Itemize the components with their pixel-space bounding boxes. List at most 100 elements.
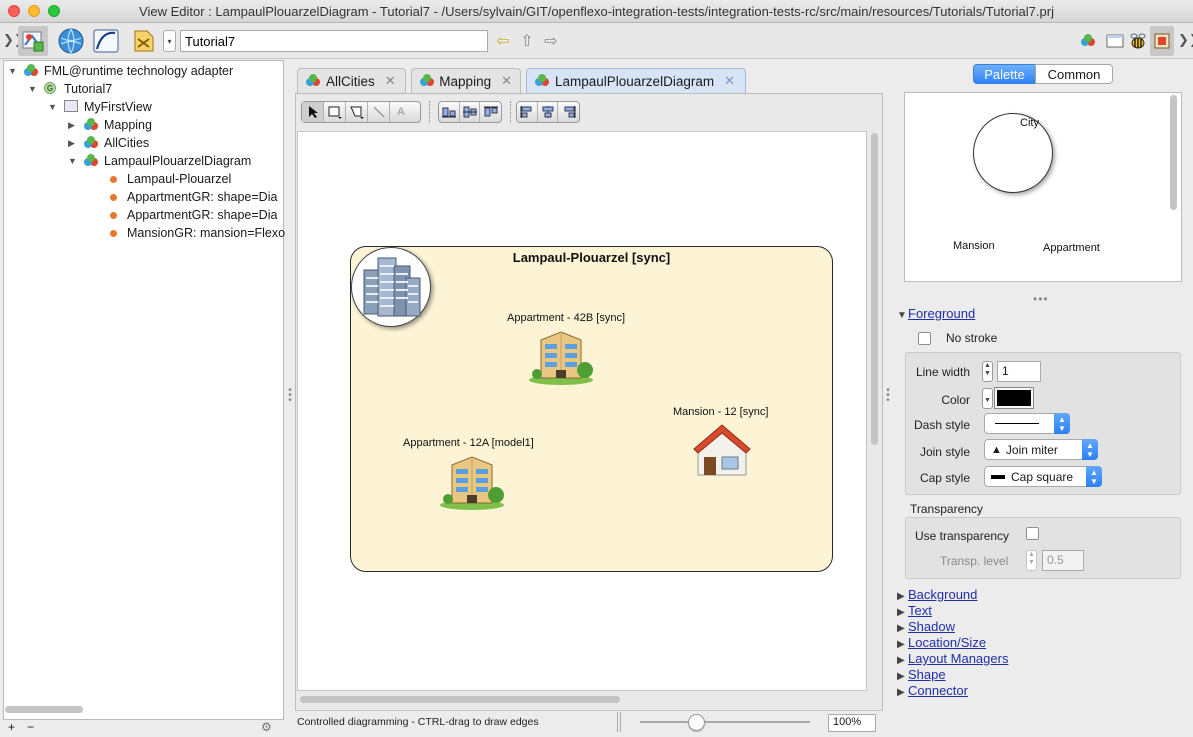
globe-icon[interactable] bbox=[56, 26, 86, 56]
canvas-horizontal-scrollbar[interactable] bbox=[300, 696, 620, 703]
project-name-field[interactable] bbox=[180, 30, 488, 52]
close-tab-icon[interactable]: ✕ bbox=[385, 73, 396, 89]
tab-allcities[interactable]: AllCities ✕ bbox=[297, 68, 406, 93]
align-left-button[interactable] bbox=[517, 102, 538, 122]
location-size-section-header[interactable]: ▶ Location/Size bbox=[897, 635, 986, 650]
tree-item-instance[interactable]: Lampaul-Plouarzel bbox=[108, 170, 231, 188]
cap-style-select[interactable]: Cap square ▲ ▼ bbox=[984, 466, 1102, 487]
connector-tool-button[interactable] bbox=[368, 102, 390, 122]
layout-managers-section-header[interactable]: ▶ Layout Managers bbox=[897, 651, 1008, 666]
tree-horizontal-scrollbar[interactable] bbox=[5, 706, 83, 713]
tree-item-mapping[interactable]: ▶ Mapping bbox=[68, 116, 152, 134]
tree-item-view[interactable]: ▼ MyFirstView bbox=[48, 98, 152, 116]
join-style-select[interactable]: ▲ Join miter ▲ ▼ bbox=[984, 439, 1098, 460]
expand-triangle-icon[interactable]: ▶ bbox=[68, 138, 78, 149]
align-bottom-button[interactable] bbox=[439, 102, 460, 122]
expand-triangle-icon[interactable]: ▶ bbox=[897, 591, 905, 602]
tree-item-technology-adapter[interactable]: ▼ FML@runtime technology adapter bbox=[8, 62, 233, 80]
transparency-level-field[interactable]: 0.5 bbox=[1042, 550, 1084, 571]
color-menu-stepper[interactable]: ▼ bbox=[982, 388, 993, 409]
collapse-triangle-icon[interactable]: ▼ bbox=[28, 84, 38, 94]
expand-triangle-icon[interactable]: ▶ bbox=[897, 607, 905, 618]
zoom-field[interactable]: 100% bbox=[828, 714, 876, 732]
plugin-icon[interactable] bbox=[128, 26, 158, 56]
palette-tab[interactable]: Palette bbox=[973, 64, 1036, 84]
apartment-building-icon[interactable] bbox=[527, 326, 597, 389]
shadow-section-header[interactable]: ▶ Shadow bbox=[897, 619, 955, 634]
align-middle-button[interactable] bbox=[460, 102, 481, 122]
canvas-vertical-scrollbar[interactable] bbox=[871, 133, 878, 445]
color-swatch[interactable] bbox=[994, 387, 1034, 409]
apartment-building-icon[interactable] bbox=[438, 451, 508, 514]
shape-section-header[interactable]: ▶ Shape bbox=[897, 667, 946, 682]
right-splitter-grip[interactable]: • • • bbox=[886, 386, 890, 406]
no-stroke-checkbox[interactable] bbox=[918, 332, 931, 345]
toolbar-collapse-right-icon[interactable]: ❯❯ bbox=[1178, 32, 1193, 48]
shape-tool-button[interactable] bbox=[346, 102, 368, 122]
align-center-button[interactable] bbox=[538, 102, 559, 122]
remove-button[interactable]: − bbox=[27, 720, 34, 734]
window-icon[interactable] bbox=[1104, 26, 1126, 56]
toolbar-separator bbox=[429, 101, 430, 123]
city-buildings-icon[interactable] bbox=[351, 247, 431, 327]
tree-item-instance[interactable]: MansionGR: mansion=Flexo bbox=[108, 224, 285, 242]
dash-style-select[interactable]: ▲ ▼ bbox=[984, 413, 1070, 434]
background-section-header[interactable]: ▶ Background bbox=[897, 587, 977, 602]
line-width-field[interactable]: 1 bbox=[997, 361, 1041, 382]
forward-arrow-icon[interactable]: ⇨ bbox=[541, 30, 561, 52]
rectangle-tool-button[interactable] bbox=[324, 102, 346, 122]
palette-appartment-label[interactable]: Appartment bbox=[1043, 242, 1100, 254]
align-top-button[interactable] bbox=[480, 102, 501, 122]
tree-item-instance[interactable]: AppartmentGR: shape=Dia bbox=[108, 206, 277, 224]
inspector-icon[interactable] bbox=[1150, 26, 1174, 56]
zoom-slider-knob[interactable] bbox=[688, 714, 706, 731]
expand-triangle-icon[interactable]: ▶ bbox=[897, 623, 905, 634]
collapse-triangle-icon[interactable]: ▼ bbox=[8, 66, 18, 76]
expand-triangle-icon[interactable]: ▶ bbox=[897, 671, 905, 682]
text-section-header[interactable]: ▶ Text bbox=[897, 603, 932, 618]
left-splitter-grip[interactable]: • • • bbox=[288, 386, 292, 406]
project-dropdown-button[interactable]: ▾ bbox=[163, 30, 176, 52]
collapse-triangle-icon[interactable]: ▼ bbox=[48, 102, 58, 112]
close-tab-icon[interactable]: ✕ bbox=[724, 73, 735, 89]
bee-icon[interactable] bbox=[1127, 26, 1149, 56]
appartment-shape-label[interactable]: Appartment - 12A [model1] bbox=[403, 437, 534, 449]
zoom-slider[interactable] bbox=[640, 721, 810, 723]
mansion-shape-label[interactable]: Mansion - 12 [sync] bbox=[673, 406, 768, 418]
expand-triangle-icon[interactable]: ▶ bbox=[897, 639, 905, 650]
expand-triangle-icon[interactable]: ▶ bbox=[897, 687, 905, 698]
tree-item-instance[interactable]: AppartmentGR: shape=Dia bbox=[108, 188, 277, 206]
settings-gear-icon[interactable]: ⚙ bbox=[261, 720, 272, 734]
use-transparency-checkbox[interactable] bbox=[1026, 527, 1039, 540]
connector-section-header[interactable]: ▶ Connector bbox=[897, 683, 968, 698]
curve-tool-icon[interactable] bbox=[91, 26, 121, 56]
palette-scrollbar[interactable] bbox=[1170, 95, 1177, 210]
select-tool-button[interactable] bbox=[302, 102, 324, 122]
tree-item-project[interactable]: ▼ G Tutorial7 bbox=[28, 80, 112, 98]
collapse-triangle-icon[interactable]: ▼ bbox=[68, 156, 78, 166]
appartment-shape-label[interactable]: Appartment - 42B [sync] bbox=[507, 312, 625, 324]
panel-resize-grip[interactable]: ••• bbox=[1033, 292, 1049, 306]
collapse-triangle-icon[interactable]: ▼ bbox=[897, 310, 907, 321]
house-icon[interactable] bbox=[692, 421, 752, 484]
tab-mapping[interactable]: Mapping ✕ bbox=[411, 68, 521, 93]
up-arrow-icon[interactable]: ⇧ bbox=[517, 30, 537, 52]
tab-lampaulplouarzeldiagram[interactable]: LampaulPlouarzelDiagram ✕ bbox=[526, 68, 746, 93]
add-button[interactable]: + bbox=[8, 720, 15, 734]
close-tab-icon[interactable]: ✕ bbox=[501, 73, 512, 89]
transparency-level-stepper[interactable]: ▲ ▼ bbox=[1026, 550, 1037, 571]
common-tab[interactable]: Common bbox=[1035, 64, 1113, 84]
tree-item-allcities[interactable]: ▶ AllCities bbox=[68, 134, 149, 152]
fml-icon[interactable] bbox=[1080, 26, 1102, 56]
line-width-stepper[interactable]: ▲ ▼ bbox=[982, 361, 993, 382]
palette-mansion-label[interactable]: Mansion bbox=[953, 240, 995, 252]
tree-item-diagram[interactable]: ▼ LampaulPlouarzelDiagram bbox=[68, 152, 251, 170]
text-tool-button[interactable]: A bbox=[390, 102, 412, 122]
back-arrow-icon[interactable]: ⇦ bbox=[493, 30, 513, 52]
foreground-section-header[interactable]: ▼Foreground bbox=[897, 306, 975, 321]
expand-triangle-icon[interactable]: ▶ bbox=[897, 655, 905, 666]
palette-city-shape[interactable] bbox=[973, 113, 1053, 193]
align-right-button[interactable] bbox=[558, 102, 579, 122]
view-editor-icon[interactable] bbox=[18, 26, 48, 56]
expand-triangle-icon[interactable]: ▶ bbox=[68, 120, 78, 131]
